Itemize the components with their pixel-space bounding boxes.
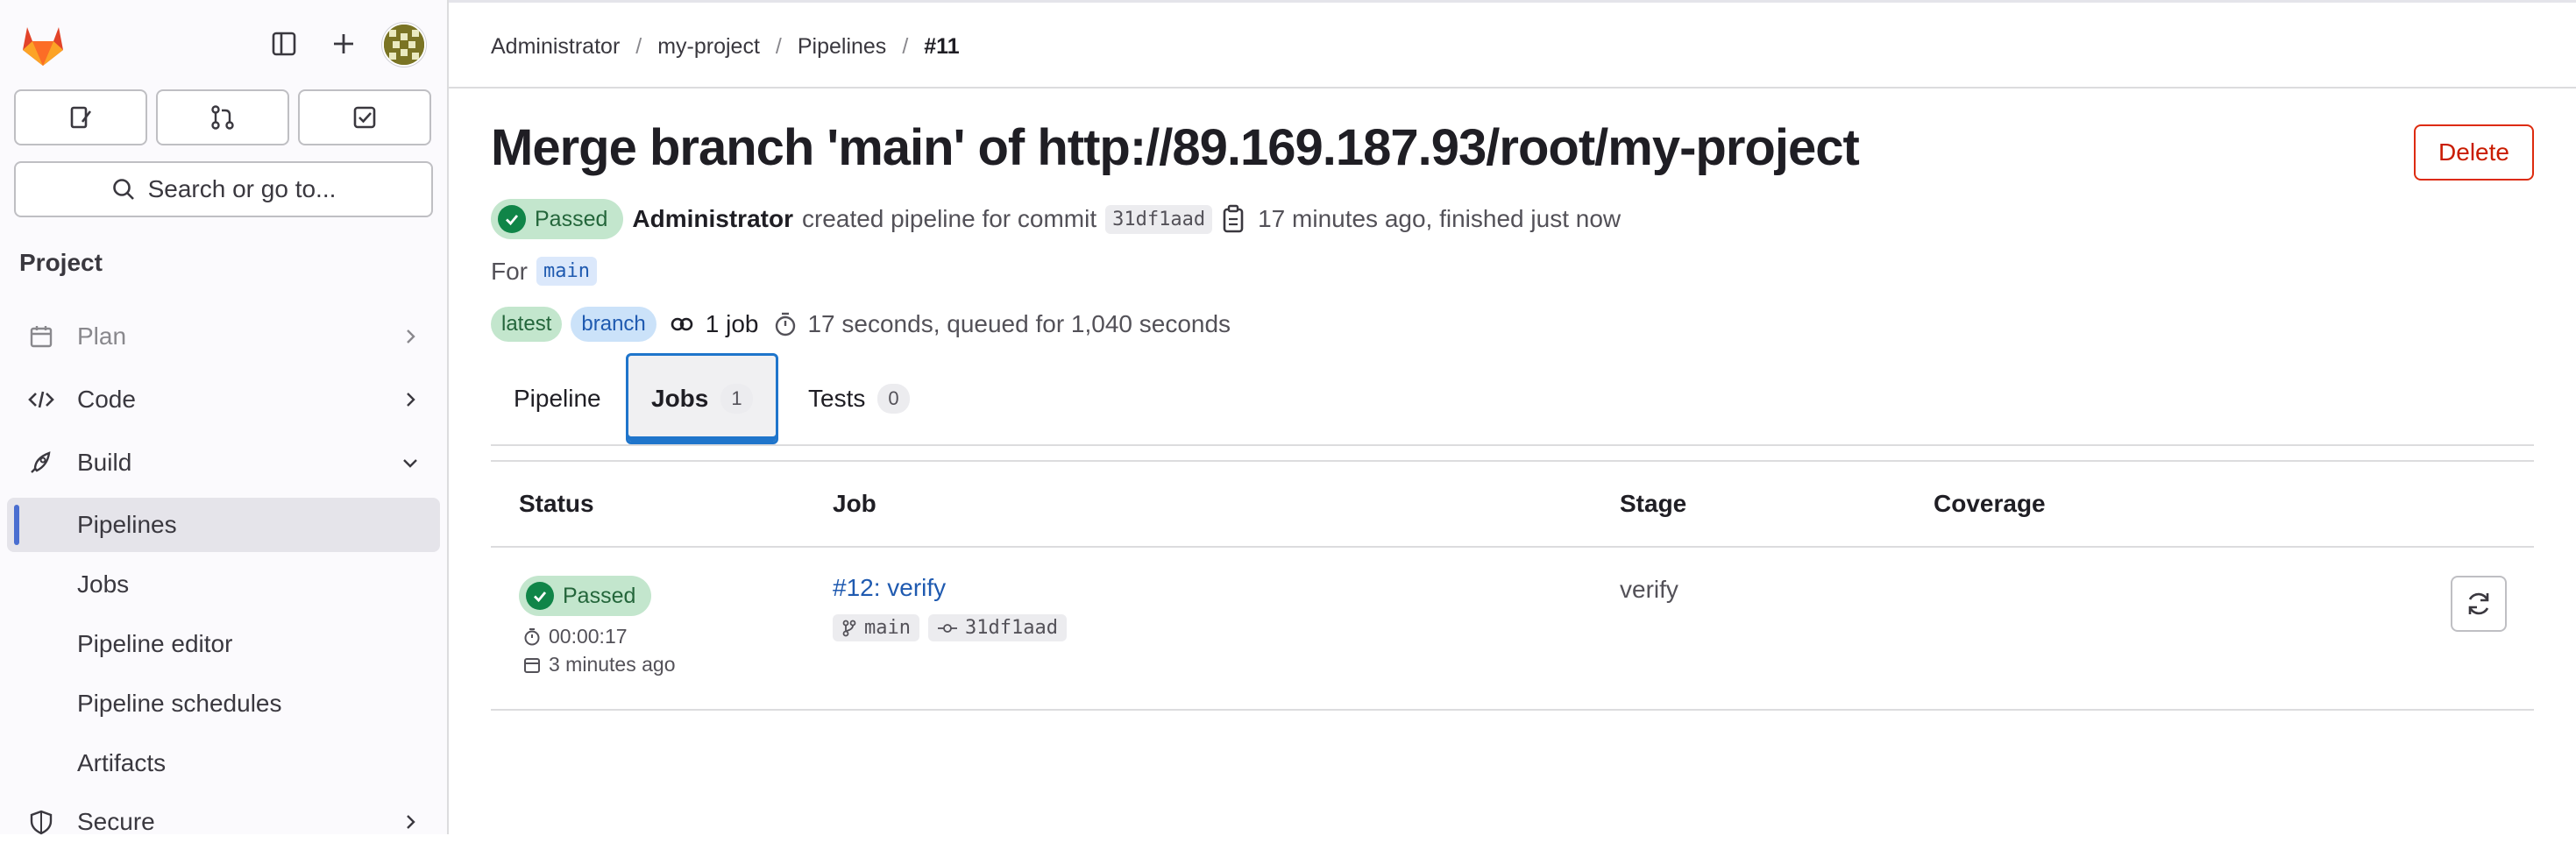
job-commit[interactable]: 31df1aad (927, 614, 1067, 641)
job-link[interactable]: #12: verify (833, 574, 946, 602)
job-branch[interactable]: main (833, 614, 919, 641)
header-job: Job (833, 490, 876, 517)
breadcrumb: Administrator / my-project / Pipelines /… (491, 34, 960, 60)
sidebar-item-label: Secure (77, 808, 155, 835)
search-placeholder: Search or go to... (147, 175, 337, 202)
delete-button[interactable]: Delete (2414, 124, 2534, 181)
divider (449, 87, 2576, 89)
header-coverage: Coverage (1934, 490, 2046, 517)
gitlab-logo-icon[interactable] (19, 22, 67, 67)
sidebar-item-build[interactable]: Build (7, 435, 440, 491)
chevron-right-icon (407, 815, 415, 829)
tab-count: 1 (720, 384, 753, 414)
plus-icon[interactable] (324, 25, 363, 63)
sidebar-item-secure[interactable]: Secure (7, 794, 440, 850)
table-header: Status Job Stage Coverage (491, 460, 2534, 548)
sidebar-item-jobs[interactable]: Jobs (7, 557, 440, 612)
calendar-icon (524, 657, 540, 673)
sidebar-item-label: Build (77, 449, 132, 476)
for-label: For (491, 257, 528, 285)
page-title: Merge branch 'main' of http://89.169.187… (491, 119, 1860, 176)
todo-icon (353, 106, 376, 129)
pipeline-time: 17 minutes ago, finished just now (1258, 205, 1622, 232)
job-duration: 00:00:17 (522, 625, 628, 648)
duration-text: 17 seconds, queued for 1,040 seconds (807, 310, 1231, 337)
retry-icon (2468, 592, 2489, 615)
code-icon (28, 391, 54, 408)
commit-sha[interactable]: 31df1aad (1105, 204, 1213, 234)
tab-tests[interactable]: Tests 0 (785, 353, 933, 444)
pipeline-meta: Passed Administrator created pipeline fo… (491, 197, 1621, 241)
job-status-badge[interactable]: Passed (519, 576, 652, 616)
tab-jobs[interactable]: Jobs 1 (626, 353, 778, 444)
check-circle-icon (498, 205, 526, 233)
issues-button[interactable] (14, 89, 147, 145)
commit-icon (937, 623, 957, 633)
sidebar-header (0, 0, 447, 88)
todos-button[interactable] (298, 89, 431, 145)
check-circle-icon (526, 582, 554, 610)
ref-row: For main (491, 257, 597, 286)
timer-icon (776, 312, 796, 336)
calendar-icon (30, 326, 53, 348)
breadcrumb-current[interactable]: #11 (924, 34, 959, 60)
sidebar-item-pipeline-editor[interactable]: Pipeline editor (7, 617, 440, 671)
rocket-icon (31, 451, 51, 473)
sidebar-item-plan[interactable]: Plan (7, 308, 440, 365)
breadcrumb-item[interactable]: Administrator (491, 34, 620, 60)
sidebar-section-title: Project (19, 249, 103, 276)
timer-icon (524, 627, 540, 645)
sidebar-item-artifacts[interactable]: Artifacts (7, 736, 440, 790)
author-link[interactable]: Administrator (632, 205, 793, 233)
sidebar-item-label: Plan (77, 322, 127, 350)
breadcrumb-item[interactable]: my-project (657, 34, 760, 60)
merge-request-icon (211, 105, 234, 130)
sidebar-item-label: Code (77, 386, 136, 413)
job-finished: 3 minutes ago (522, 653, 675, 676)
merge-requests-button[interactable] (156, 89, 289, 145)
ref-branch[interactable]: main (536, 257, 597, 286)
toggle-sidebar-icon[interactable] (265, 25, 303, 63)
pipeline-tabs: Pipeline Jobs 1 Tests 0 (491, 351, 2534, 446)
avatar[interactable] (382, 23, 426, 67)
tag-latest: latest (491, 307, 563, 342)
sidebar-item-pipeline-schedules[interactable]: Pipeline schedules (7, 676, 440, 731)
sidebar: Search or go to... Project Plan Code Bui… (0, 0, 449, 835)
pipeline-tags: latest branch 1 job 17 seconds, queued f… (491, 306, 1231, 343)
status-badge[interactable]: Passed (491, 199, 624, 239)
shield-icon (30, 810, 53, 835)
job-refs: main 31df1aad (833, 614, 1067, 641)
issues-icon (70, 106, 92, 129)
chevron-right-icon (407, 393, 415, 407)
chevron-down-icon (403, 459, 417, 468)
pipeline-icon (671, 317, 693, 331)
created-text: created pipeline for commit (801, 205, 1097, 232)
header-status: Status (519, 490, 594, 517)
sidebar-item-pipelines[interactable]: Pipelines (7, 498, 440, 552)
search-button[interactable]: Search or go to... (14, 161, 433, 217)
tab-pipeline[interactable]: Pipeline (491, 353, 624, 444)
job-stage: verify (1620, 576, 1678, 603)
tag-branch: branch (571, 307, 656, 342)
breadcrumb-item[interactable]: Pipelines (798, 34, 886, 60)
main-content: Administrator / my-project / Pipelines /… (449, 0, 2576, 834)
tab-count: 0 (877, 384, 910, 414)
copy-icon[interactable] (1221, 203, 1249, 235)
table-row: Passed 00:00:17 3 minutes ago #12: verif… (491, 548, 2534, 711)
sidebar-item-code[interactable]: Code (7, 372, 440, 428)
search-icon (112, 179, 134, 200)
branch-icon (842, 620, 856, 636)
jobs-count: 1 job (671, 310, 758, 338)
chevron-right-icon (407, 329, 415, 344)
header-stage: Stage (1620, 490, 1687, 517)
retry-button[interactable] (2451, 576, 2507, 632)
